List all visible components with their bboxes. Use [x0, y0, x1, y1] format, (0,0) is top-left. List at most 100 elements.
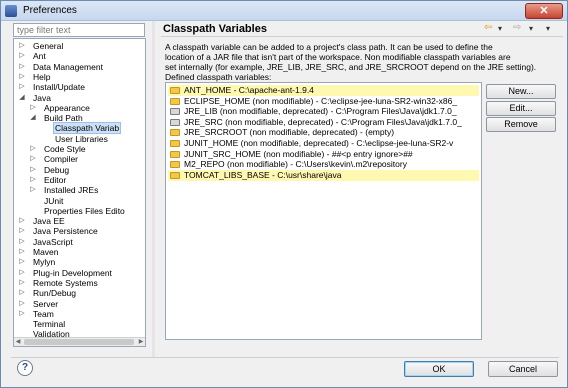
- tree-twisty-icon[interactable]: [18, 319, 26, 329]
- title-separator: [161, 36, 563, 37]
- tree-item-label: Java Persistence: [33, 226, 98, 237]
- tree-twisty-icon[interactable]: ▷: [18, 268, 26, 278]
- variable-text: ANT_HOME - C:\apache-ant-1.9.4: [184, 85, 314, 95]
- variable-row[interactable]: JRE_SRC (non modifiable, deprecated) - C…: [168, 117, 479, 128]
- page-title: Classpath Variables: [163, 23, 267, 35]
- tree-item-label: Maven: [33, 247, 59, 257]
- tree-item-label: Debug: [44, 164, 70, 175]
- cancel-button[interactable]: Cancel: [488, 361, 558, 377]
- description-line: A classpath variable can be added to a p…: [165, 42, 493, 52]
- folder-icon: [170, 129, 180, 137]
- tree-twisty-icon[interactable]: ▷: [18, 237, 26, 247]
- tree-item-label: Plug-in Development: [33, 267, 112, 278]
- variable-row[interactable]: TOMCAT_LIBS_BASE - C:\usr\share\java: [168, 169, 479, 181]
- jar-icon: [170, 118, 180, 126]
- back-dropdown-icon[interactable]: ▾: [498, 24, 502, 36]
- tree-item-label: Appearance: [44, 102, 90, 113]
- tree-item-label: General: [33, 41, 64, 51]
- tree-horizontal-scrollbar[interactable]: ◀ ▶: [14, 337, 145, 346]
- variable-row[interactable]: JRE_LIB (non modifiable, deprecated) - C…: [168, 106, 479, 117]
- tree-item-label: Run/Debug: [33, 288, 77, 299]
- tree-twisty-icon[interactable]: ▷: [29, 185, 37, 195]
- window-title: Preferences: [23, 5, 77, 16]
- tree-item-label: Build Path: [44, 113, 83, 124]
- tree-twisty-icon[interactable]: ▷: [18, 278, 26, 288]
- ok-button[interactable]: OK: [404, 361, 474, 377]
- tree-twisty-icon[interactable]: [29, 196, 37, 206]
- list-label: Defined classpath variables:: [165, 72, 272, 82]
- tree-twisty-icon[interactable]: ▷: [18, 41, 26, 51]
- tree-twisty-icon[interactable]: ▷: [18, 51, 26, 61]
- classpath-variable-list[interactable]: ANT_HOME - C:\apache-ant-1.9.4 ECLIPSE_HO…: [165, 82, 482, 340]
- filter-input[interactable]: [13, 23, 145, 37]
- tree-twisty-icon[interactable]: ▷: [18, 72, 26, 82]
- tree-twisty-icon[interactable]: ▷: [18, 288, 26, 298]
- tree-twisty-icon[interactable]: ▷: [29, 175, 37, 185]
- tree-twisty-icon[interactable]: ▷: [18, 309, 26, 319]
- variable-row[interactable]: JUNIT_HOME (non modifiable, deprecated) …: [168, 138, 479, 149]
- tree-twisty-icon[interactable]: ▷: [18, 226, 26, 236]
- title-bar: Preferences ✕: [1, 1, 567, 21]
- variable-text: ECLIPSE_HOME (non modifiable) - C:\eclip…: [184, 95, 458, 106]
- view-menu-icon[interactable]: ▾: [546, 24, 550, 36]
- tree-twisty-icon[interactable]: ▷: [18, 257, 26, 267]
- tree-twisty-icon[interactable]: ▷: [18, 247, 26, 257]
- tree-twisty-icon[interactable]: ▷: [18, 216, 26, 226]
- scroll-right-icon[interactable]: ▶: [137, 338, 145, 346]
- tree-item-label: Ant: [33, 51, 46, 62]
- folder-icon: [170, 97, 180, 105]
- tree-item-label: User Libraries: [55, 133, 108, 144]
- variable-row[interactable]: ECLIPSE_HOME (non modifiable) - C:\eclip…: [168, 96, 479, 107]
- preferences-window: Preferences ✕ ▷WebValidationTerminal▷Tea…: [0, 0, 568, 388]
- tree-twisty-icon[interactable]: ▷: [18, 62, 26, 72]
- variable-text: JRE_LIB (non modifiable, deprecated) - C…: [184, 106, 457, 117]
- variable-row[interactable]: M2_REPO (non modifiable) - C:\Users\kevi…: [168, 159, 479, 170]
- folder-icon: [170, 87, 180, 94]
- folder-icon: [170, 171, 180, 179]
- tree-twisty-icon[interactable]: ▷: [29, 144, 37, 154]
- variable-text: JRE_SRCROOT (non modifiable, deprecated)…: [184, 127, 395, 138]
- forward-dropdown-icon[interactable]: ▾: [529, 24, 533, 36]
- description-line: location of a JAR file that isn't part o…: [165, 52, 511, 62]
- tree-item-label: Installed JREs: [44, 185, 99, 196]
- tree-twisty-icon[interactable]: ▷: [29, 154, 37, 164]
- scroll-left-icon[interactable]: ◀: [14, 338, 22, 346]
- variable-row[interactable]: JRE_SRCROOT (non modifiable, deprecated)…: [168, 127, 479, 138]
- new-button[interactable]: New...: [486, 84, 556, 99]
- close-button[interactable]: ✕: [525, 3, 563, 19]
- tree-item-label: Java: [33, 92, 51, 103]
- tree-twisty-icon[interactable]: ▷: [18, 299, 26, 309]
- tree-item-label: Mylyn: [33, 257, 56, 268]
- description-line: set internally (for example, JRE_LIB, JR…: [165, 62, 537, 72]
- scroll-thumb[interactable]: [24, 339, 134, 345]
- folder-icon: [170, 140, 180, 147]
- tree-twisty-icon[interactable]: [29, 206, 37, 216]
- tree-twisty-icon[interactable]: ◢: [18, 93, 26, 103]
- tree-item-label: Java EE: [33, 216, 65, 227]
- variable-row[interactable]: JUNIT_SRC_HOME (non modifiable) - ##<p e…: [168, 149, 479, 160]
- variable-row[interactable]: ANT_HOME - C:\apache-ant-1.9.4: [168, 85, 479, 96]
- tree-twisty-icon[interactable]: ◢: [29, 113, 37, 123]
- tree-item-label: JUnit: [44, 195, 64, 206]
- tree-item-label: Data Management: [33, 61, 103, 72]
- splitter[interactable]: [152, 21, 155, 357]
- tree-twisty-icon[interactable]: [40, 134, 48, 144]
- tree-twisty-icon[interactable]: ▷: [18, 82, 26, 92]
- tree-twisty-icon[interactable]: ▷: [29, 165, 37, 175]
- tree-twisty-icon[interactable]: ▷: [29, 103, 37, 113]
- tree-item-label: Terminal: [33, 319, 66, 330]
- variable-text: JUNIT_HOME (non modifiable, deprecated) …: [184, 138, 454, 148]
- back-arrow-icon[interactable]: ⇦: [484, 22, 492, 34]
- tree-item-label: Classpath Variab: [52, 122, 122, 135]
- tree-item-label: Team: [33, 308, 54, 319]
- edit-button[interactable]: Edit...: [486, 101, 556, 116]
- remove-button[interactable]: Remove: [486, 117, 556, 132]
- tree-item-label: Properties Files Edito: [44, 205, 125, 216]
- tree-item-label: Install/Update: [33, 82, 85, 93]
- variable-text: JRE_SRC (non modifiable, deprecated) - C…: [184, 116, 462, 127]
- forward-arrow-icon[interactable]: ⇨: [513, 22, 521, 34]
- tree-twisty-icon[interactable]: [40, 123, 48, 133]
- preference-tree[interactable]: ▷WebValidationTerminal▷Team▷Server▷Run/D…: [13, 38, 146, 347]
- help-icon[interactable]: ?: [17, 360, 33, 376]
- eclipse-app-icon: [5, 5, 17, 17]
